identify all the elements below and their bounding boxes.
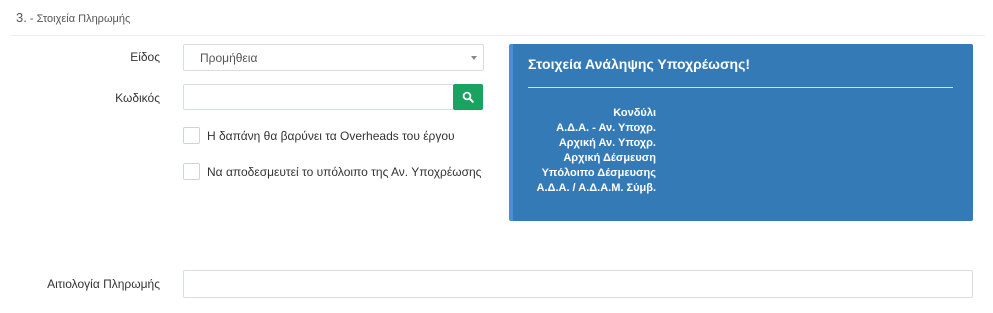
release-balance-option[interactable]: Να αποδεσμευτεί το υπόλοιπο της Αν. Υποχ… [183, 163, 481, 180]
panel-field-list: Κονδύλι Α.Δ.Α. - Αν. Υποχρ. Αρχική Αν. Υ… [513, 106, 656, 196]
caret-down-icon [471, 56, 477, 60]
reason-input[interactable] [183, 270, 973, 298]
panel-field-initial-reservation: Αρχική Δέσμευση [563, 152, 656, 164]
type-select[interactable]: Προμήθεια [183, 44, 484, 71]
panel-field-initial-commitment: Αρχική Αν. Υποχρ. [558, 137, 656, 149]
panel-divider [528, 87, 953, 88]
release-balance-label: Να αποδεσμευτεί το υπόλοιπο της Αν. Υποχ… [207, 164, 482, 179]
panel-field-ada-contract: Α.Δ.Α. / Α.Δ.Α.Μ. Σύμβ. [536, 182, 656, 194]
overheads-option[interactable]: Η δαπάνη θα βαρύνει τα Overheads του έργ… [183, 127, 455, 144]
code-label: Κωδικός [115, 91, 160, 105]
panel-field-ada-commitment: Α.Δ.Α. - Αν. Υποχρ. [556, 122, 656, 134]
section-number: 3. [16, 10, 27, 25]
payment-details-form: 3. - Στοιχεία Πληρωμής Είδος Προμήθεια Κ… [0, 0, 993, 313]
release-balance-checkbox[interactable] [183, 163, 200, 180]
reason-label: Αιτιολογία Πληρωμής [47, 277, 160, 291]
code-input[interactable] [183, 84, 454, 110]
search-button[interactable] [453, 84, 483, 110]
type-select-value: Προμήθεια [200, 50, 258, 65]
overheads-label: Η δαπάνη θα βαρύνει τα Overheads του έργ… [207, 128, 455, 143]
panel-field-budget-line: Κονδύλι [613, 107, 656, 119]
search-icon [462, 91, 474, 103]
overheads-checkbox[interactable] [183, 127, 200, 144]
section-title: - Στοιχεία Πληρωμής [29, 13, 131, 25]
panel-field-reservation-balance: Υπόλοιπο Δέσμευσης [541, 167, 656, 179]
commitment-info-panel: Στοιχεία Ανάληψης Υποχρέωσης! Κονδύλι Α.… [509, 44, 973, 221]
type-label: Είδος [130, 50, 160, 64]
panel-title: Στοιχεία Ανάληψης Υποχρέωσης! [528, 56, 751, 72]
section-header: 3. - Στοιχεία Πληρωμής [10, 10, 985, 36]
